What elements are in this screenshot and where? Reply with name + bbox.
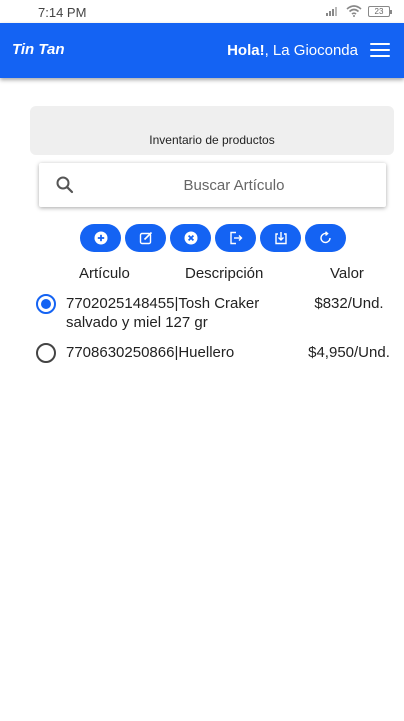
battery-level: 23: [374, 6, 384, 16]
column-header-article: Artículo: [79, 265, 130, 282]
item-price: $832/Und.: [314, 295, 384, 312]
greeting-user: , La Gioconda: [264, 42, 358, 59]
item-price: $4,950/Und.: [308, 344, 390, 361]
refresh-button[interactable]: [305, 224, 346, 252]
row-radio[interactable]: [36, 343, 56, 363]
download-button[interactable]: [260, 224, 301, 252]
row-radio-selected[interactable]: [36, 294, 56, 314]
hamburger-menu-icon[interactable]: [370, 43, 390, 59]
edit-icon: [139, 231, 152, 245]
app-bar: Tin Tan Hola!, La Gioconda: [0, 23, 404, 78]
delete-button[interactable]: [170, 224, 211, 252]
column-header-value: Valor: [330, 265, 364, 282]
add-icon: [94, 231, 107, 245]
item-name: 7702025148455|Tosh Craker salvado y miel…: [66, 295, 260, 331]
column-header-description: Descripción: [185, 265, 264, 282]
greeting-bold: Hola!: [227, 42, 265, 59]
search-input[interactable]: [99, 171, 369, 199]
add-button[interactable]: [80, 224, 121, 252]
status-bar: 7:14 PM 23: [0, 0, 404, 23]
battery-icon: 23: [368, 5, 392, 17]
search-icon: [56, 176, 74, 194]
delete-icon: [184, 231, 197, 245]
page-title: Inventario de productos: [149, 133, 275, 147]
item-name: 7708630250866|Huellero: [66, 344, 235, 361]
status-icons: 23: [326, 4, 392, 18]
wifi-icon: [346, 5, 362, 17]
brand-logo: Tin Tan: [12, 41, 65, 58]
header-card: Inventario de productos: [30, 106, 394, 155]
search-box[interactable]: [39, 163, 386, 207]
export-button[interactable]: [215, 224, 256, 252]
action-toolbar: [80, 224, 346, 252]
edit-button[interactable]: [125, 224, 166, 252]
status-time: 7:14 PM: [38, 5, 87, 20]
download-icon: [274, 232, 287, 245]
export-icon: [229, 231, 242, 245]
greeting: Hola!, La Gioconda: [227, 42, 358, 59]
refresh-icon: [319, 231, 331, 244]
signal-icon: [326, 7, 337, 16]
